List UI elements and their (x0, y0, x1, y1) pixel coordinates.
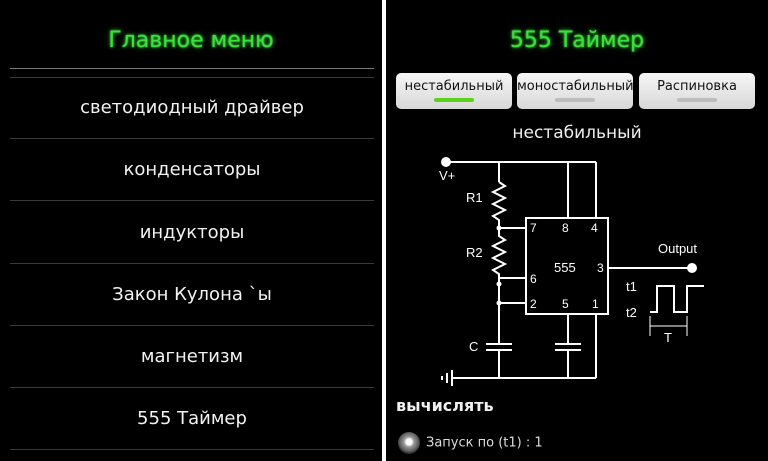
chip-label: 555 (554, 260, 576, 275)
menu-item-inductors[interactable]: индукторы (10, 203, 374, 264)
start-radio-option[interactable]: Запуск по (t1) : 1 (398, 432, 543, 454)
timer-555-panel: 555 Таймер нестабильный моностабильный Р… (386, 0, 768, 461)
c-label: C (469, 339, 478, 354)
pin-label: 7 (530, 221, 537, 235)
output-label: Output (658, 241, 697, 256)
menu-item-led-driver[interactable]: светодиодный драйвер (10, 78, 374, 139)
r1-label: R1 (466, 190, 483, 205)
main-menu-panel: Главное меню светодиодный драйвер конден… (0, 0, 382, 461)
tab-label: моностабильный (517, 79, 634, 94)
resistor-r2 (490, 228, 508, 284)
mode-title: нестабильный (512, 123, 642, 143)
tab-label: нестабильный (404, 79, 504, 94)
r2-label: R2 (466, 245, 483, 260)
vplus-label: V+ (439, 168, 455, 183)
tab-indicator (555, 98, 595, 102)
tab-label: Распиновка (657, 79, 737, 94)
pin-label: 2 (530, 297, 537, 311)
tab-pinout[interactable]: Распиновка (639, 73, 755, 109)
t1-label: t1 (626, 279, 637, 294)
radio-label: Запуск по (t1) : 1 (426, 435, 543, 451)
timer-page-title: 555 Таймер (509, 28, 645, 53)
tab-indicator (677, 98, 717, 102)
radio-button-icon[interactable] (398, 432, 420, 454)
t2-label: t2 (626, 305, 637, 320)
menu-item-555-timer[interactable]: 555 Таймер (10, 389, 374, 450)
output-waveform (650, 285, 704, 313)
pin-label: 5 (562, 297, 569, 311)
period-label: T (664, 330, 672, 345)
resistor-r1 (490, 181, 508, 228)
pin-label: 4 (591, 221, 598, 235)
menu-item-coulomb-law[interactable]: Закон Кулона `ы (10, 265, 374, 326)
pin-label: 6 (530, 272, 537, 286)
tab-astable[interactable]: нестабильный (396, 73, 512, 109)
pin-label: 1 (592, 297, 599, 311)
menu-item-magnetism[interactable]: магнетизм (10, 327, 374, 388)
menu-item-capacitors[interactable]: конденсаторы (10, 140, 374, 201)
divider (10, 68, 374, 69)
pin-label: 8 (562, 221, 569, 235)
astable-circuit-diagram: V+ R1 R2 C 555 7 8 4 6 3 2 5 1 Output t1… (439, 157, 704, 386)
output-terminal (687, 263, 697, 273)
tab-monostable[interactable]: моностабильный (517, 73, 634, 109)
tab-indicator (434, 98, 474, 102)
calculate-label: вычислять (396, 396, 494, 415)
pin-label: 3 (597, 261, 604, 275)
main-menu-title: Главное меню (108, 28, 274, 53)
